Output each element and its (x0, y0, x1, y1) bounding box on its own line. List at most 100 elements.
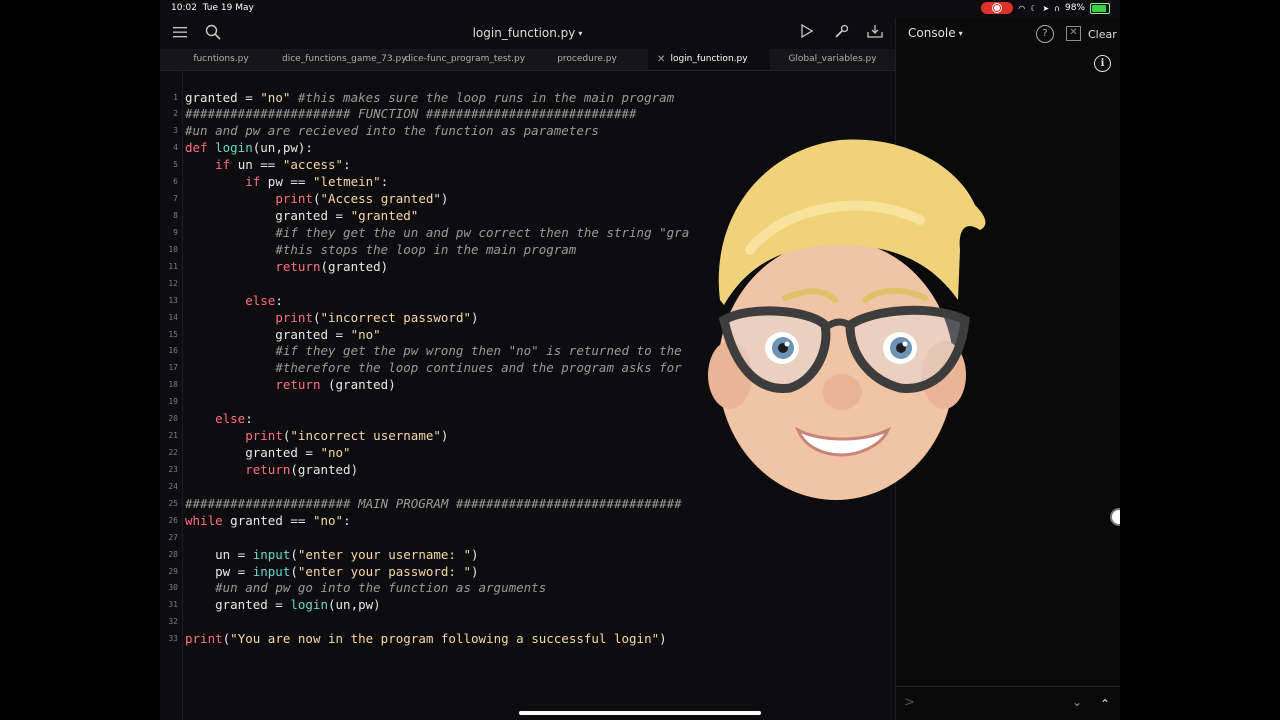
line-number: 7 (173, 194, 178, 204)
code-token: ) (440, 428, 449, 444)
wrench-icon[interactable] (832, 24, 850, 42)
code-token: else (245, 292, 276, 308)
download-icon[interactable] (866, 24, 884, 42)
code-line: #if they get the pw wrong then "no" is r… (185, 342, 681, 359)
file-tabs: fucntions.py dice_functions_game_73.py d… (160, 49, 895, 71)
code-token: ) (471, 546, 479, 562)
code-line: if pw == "letmein": (185, 173, 388, 190)
file-title[interactable]: login_function.py ▾ (160, 26, 895, 40)
code-token: un == (230, 157, 283, 173)
line-number: 4 (173, 143, 178, 153)
code-line: return(granted) (185, 258, 388, 275)
battery-percentage: 98% (1064, 3, 1085, 13)
code-token: login (215, 140, 253, 156)
console-input[interactable]: > ⌄ ⌃ (896, 686, 1120, 720)
screen-recording-icon[interactable] (981, 2, 1014, 14)
line-number: 5 (173, 160, 178, 170)
line-number: 30 (168, 583, 178, 593)
code-line: print("incorrect password") (185, 309, 478, 326)
code-token: print (275, 191, 313, 207)
code-token: granted == (222, 512, 313, 528)
line-number: 3 (173, 126, 178, 136)
code-line: else: (185, 410, 253, 427)
code-token: granted = (185, 445, 321, 461)
code-token: : (275, 292, 283, 308)
code-token: #this makes sure the loop runs in the ma… (290, 89, 675, 105)
code-token: : (245, 411, 253, 427)
line-number: 25 (168, 498, 178, 508)
line-number: 21 (168, 431, 178, 441)
line-number: 24 (168, 481, 178, 491)
code-token: "granted" (350, 208, 419, 223)
code-token: else (215, 411, 246, 427)
line-number: 6 (173, 177, 178, 187)
code-token: (granted) (290, 461, 359, 477)
code-token: "incorrect username" (290, 428, 441, 444)
line-number: 28 (168, 549, 178, 559)
code-line: def login(un,pw): (185, 139, 313, 156)
wifi-icon: ◠ (1018, 3, 1026, 13)
tab-dice-func-program-test[interactable]: dice-func_program_test.py (404, 49, 526, 70)
code-line: granted = login(un,pw) (185, 596, 381, 613)
tab-dice-functions-game-73[interactable]: dice_functions_game_73.py (282, 49, 407, 70)
code-line: while granted == "no": (185, 512, 351, 529)
line-number: 18 (168, 380, 178, 390)
code-token: ( (290, 563, 298, 579)
code-token: input (252, 546, 291, 562)
line-number: 23 (168, 464, 178, 474)
code-token: #un and pw are recieved into the functio… (185, 123, 599, 139)
line-number: 17 (168, 363, 178, 373)
tab-fucntions[interactable]: fucntions.py (160, 49, 282, 70)
code-token: "Access granted" (320, 191, 441, 207)
tab-procedure[interactable]: procedure.py (526, 49, 648, 70)
code-token: (granted) (320, 258, 389, 274)
code-token: login (290, 597, 328, 613)
code-line: pw = input("enter your password: ") (185, 563, 479, 580)
console-title[interactable]: Console ▾ (908, 26, 963, 40)
line-number: 27 (168, 532, 178, 542)
chevron-down-icon[interactable]: ⌄ (1072, 695, 1082, 709)
tab-login-function[interactable]: login_function.py (648, 49, 770, 70)
play-icon[interactable] (798, 23, 816, 42)
clear-button[interactable]: Clear (1088, 28, 1117, 41)
code-token: print (245, 428, 283, 444)
help-icon[interactable]: ? (1036, 25, 1054, 43)
memoji-avatar (708, 139, 986, 500)
code-token: return (245, 461, 291, 477)
code-token: if (215, 157, 231, 173)
code-line: #this stops the loop in the main program (185, 241, 576, 258)
code-token: ( (290, 546, 298, 562)
tab-close-icon[interactable]: ✕ (657, 49, 665, 70)
home-indicator[interactable] (519, 711, 761, 715)
code-token: "You are now in the program following a … (230, 631, 660, 647)
code-token: def (185, 140, 208, 156)
tab-global-variables[interactable]: Global_variables.py (770, 49, 895, 70)
line-number: 32 (168, 617, 178, 627)
code-line: ###################### FUNCTION ########… (185, 105, 637, 122)
code-token: if (245, 174, 261, 190)
code-line: #if they get the un and pw correct then … (185, 224, 689, 241)
battery-icon (1090, 2, 1110, 14)
code-line: return(granted) (185, 461, 358, 478)
code-token: ###################### FUNCTION ########… (185, 106, 637, 122)
line-number: 12 (168, 278, 178, 288)
close-icon[interactable]: ✕ (1066, 26, 1081, 41)
code-token: (un,pw) (328, 597, 381, 613)
code-token: ) (471, 563, 479, 579)
editor-toolbar: login_function.py ▾ (160, 18, 895, 48)
code-line: ###################### MAIN PROGRAM ####… (185, 495, 682, 512)
code-token: #if they get the un and pw correct then … (275, 224, 690, 240)
code-token: #therefore the loop continues and the pr… (275, 360, 682, 376)
line-number: 31 (168, 600, 178, 610)
headphones-icon: ∩ (1054, 3, 1060, 13)
moon-icon: ☾ (1030, 3, 1038, 13)
code-token: "access" (282, 157, 344, 173)
chevron-up-icon[interactable]: ⌃ (1100, 697, 1110, 711)
